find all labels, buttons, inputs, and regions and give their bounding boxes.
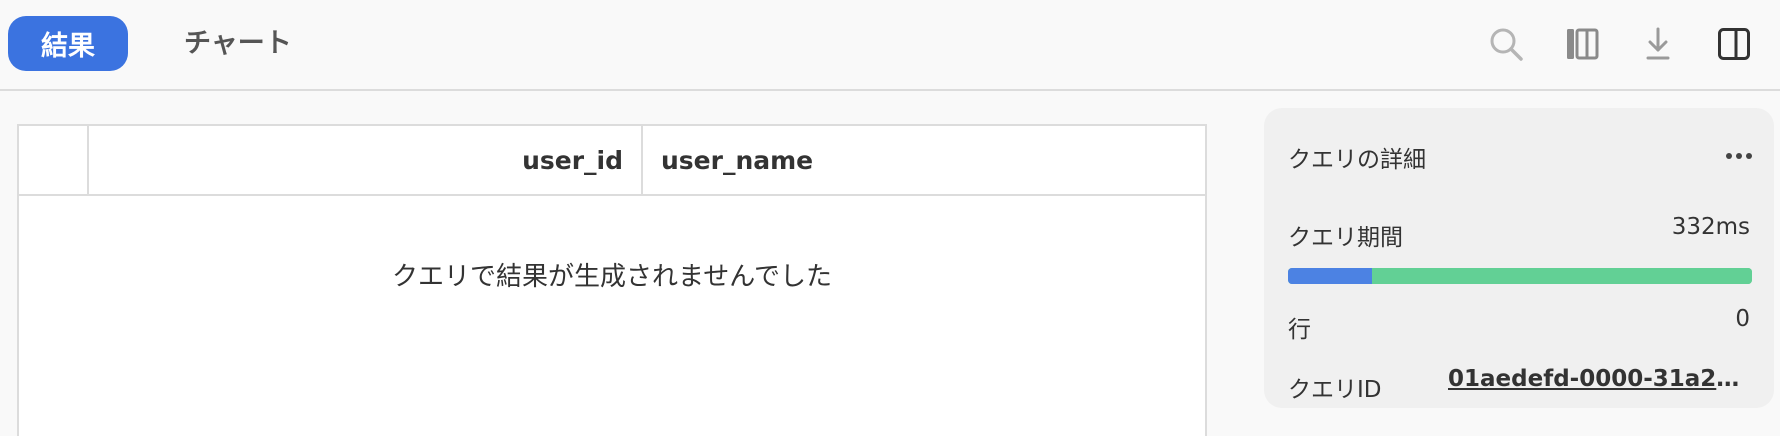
more-options-icon[interactable]: [1726, 153, 1752, 159]
tab-chart[interactable]: チャート: [184, 16, 292, 71]
search-icon[interactable]: [1484, 22, 1528, 66]
columns-icon[interactable]: [1560, 22, 1604, 66]
table-header: user_id user_name: [19, 126, 1205, 196]
download-icon[interactable]: [1636, 22, 1680, 66]
query-id-label: クエリID: [1288, 377, 1382, 403]
duration-bar-segment-1: [1371, 268, 1752, 284]
empty-result-message: クエリで結果が生成されませんでした: [392, 262, 832, 292]
results-table: user_id user_name クエリで結果が生成されませんでした: [17, 124, 1207, 436]
column-header-user-id[interactable]: user_id: [89, 126, 643, 194]
duration-bar-segment-0: [1288, 268, 1372, 284]
duration-value: 332ms: [1671, 214, 1750, 240]
rows-value: 0: [1735, 306, 1750, 332]
duration-label: クエリ期間: [1288, 225, 1403, 251]
rows-label: 行: [1288, 317, 1311, 343]
toolbar: 結果 チャート: [0, 0, 1780, 91]
row-index-header: [19, 126, 89, 194]
tab-results[interactable]: 結果: [8, 16, 128, 71]
duration-bar: [1288, 268, 1752, 284]
column-header-user-name[interactable]: user_name: [643, 126, 1205, 194]
split-panel-icon[interactable]: [1712, 22, 1756, 66]
query-id-link[interactable]: 01aedefd-0000-31a2-0...: [1448, 366, 1748, 392]
query-details-panel: クエリの詳細 クエリ期間 332ms 行 0 クエリID 01aedefd-00…: [1264, 108, 1774, 408]
panel-title: クエリの詳細: [1288, 147, 1426, 173]
